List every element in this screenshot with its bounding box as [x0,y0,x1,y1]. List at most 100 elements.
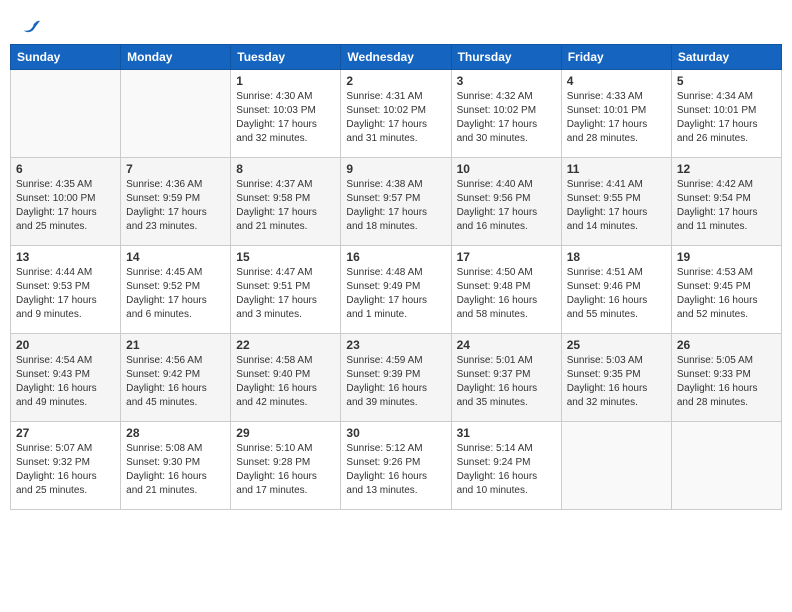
day-info: Sunrise: 4:35 AM Sunset: 10:00 PM Daylig… [16,178,115,234]
calendar-cell: 20Sunrise: 4:54 AM Sunset: 9:43 PM Dayli… [11,334,121,422]
day-number: 3 [457,74,556,88]
day-info: Sunrise: 4:40 AM Sunset: 9:56 PM Dayligh… [457,178,556,234]
day-info: Sunrise: 4:56 AM Sunset: 9:42 PM Dayligh… [126,354,225,410]
calendar-cell [561,422,671,510]
day-number: 13 [16,250,115,264]
calendar-week-row: 13 Sunrise: 4:44 AM Sunset: 9:53 PM Dayli… [11,246,782,334]
calendar-cell: 31 Sunrise: 5:14 AM Sunset: 9:24 PM Dayli… [451,422,561,510]
day-info: Sunrise: 4:59 AM Sunset: 9:39 PM Dayligh… [346,354,445,410]
calendar-cell [671,422,781,510]
day-info: Sunrise: 4:32 AM Sunset: 10:02 PM Daylig… [457,90,556,146]
day-number: 11 [567,162,666,176]
day-number: 19 [677,250,776,264]
day-number: 15 [236,250,335,264]
calendar-cell: 18 Sunrise: 4:51 AM Sunset: 9:46 PM Dayli… [561,246,671,334]
day-info: Sunrise: 4:38 AM Sunset: 9:57 PM Dayligh… [346,178,445,234]
calendar-cell: 29Sunrise: 5:10 AM Sunset: 9:28 PM Dayli… [231,422,341,510]
day-info: Sunrise: 4:37 AM Sunset: 9:58 PM Dayligh… [236,178,335,234]
logo [20,18,42,36]
day-info: Sunrise: 4:48 AM Sunset: 9:49 PM Dayligh… [346,266,445,322]
day-number: 8 [236,162,335,176]
day-number: 10 [457,162,556,176]
day-number: 21 [126,338,225,352]
day-info: Sunrise: 5:10 AM Sunset: 9:28 PM Dayligh… [236,442,335,498]
day-info: Sunrise: 4:31 AM Sunset: 10:02 PM Daylig… [346,90,445,146]
calendar-header-row: SundayMondayTuesdayWednesdayThursdayFrid… [11,45,782,70]
calendar-cell: 9 Sunrise: 4:38 AM Sunset: 9:57 PM Daylig… [341,158,451,246]
day-number: 16 [346,250,445,264]
calendar-cell: 12 Sunrise: 4:42 AM Sunset: 9:54 PM Dayli… [671,158,781,246]
logo-bird-icon [22,18,42,36]
calendar-cell: 23 Sunrise: 4:59 AM Sunset: 9:39 PM Dayli… [341,334,451,422]
day-of-week-header: Tuesday [231,45,341,70]
day-info: Sunrise: 4:50 AM Sunset: 9:48 PM Dayligh… [457,266,556,322]
day-info: Sunrise: 5:01 AM Sunset: 9:37 PM Dayligh… [457,354,556,410]
calendar-cell: 24Sunrise: 5:01 AM Sunset: 9:37 PM Dayli… [451,334,561,422]
calendar-cell: 28 Sunrise: 5:08 AM Sunset: 9:30 PM Dayli… [121,422,231,510]
day-number: 1 [236,74,335,88]
day-number: 12 [677,162,776,176]
calendar-table: SundayMondayTuesdayWednesdayThursdayFrid… [10,44,782,510]
calendar-cell: 5 Sunrise: 4:34 AM Sunset: 10:01 PM Dayli… [671,70,781,158]
day-number: 30 [346,426,445,440]
calendar-cell: 15 Sunrise: 4:47 AM Sunset: 9:51 PM Dayli… [231,246,341,334]
calendar-cell: 4 Sunrise: 4:33 AM Sunset: 10:01 PM Dayli… [561,70,671,158]
day-info: Sunrise: 4:30 AM Sunset: 10:03 PM Daylig… [236,90,335,146]
calendar-week-row: 6 Sunrise: 4:35 AM Sunset: 10:00 PM Dayli… [11,158,782,246]
day-info: Sunrise: 5:12 AM Sunset: 9:26 PM Dayligh… [346,442,445,498]
day-info: Sunrise: 4:41 AM Sunset: 9:55 PM Dayligh… [567,178,666,234]
calendar-cell: 25Sunrise: 5:03 AM Sunset: 9:35 PM Dayli… [561,334,671,422]
day-number: 27 [16,426,115,440]
day-number: 23 [346,338,445,352]
day-number: 4 [567,74,666,88]
day-number: 6 [16,162,115,176]
day-info: Sunrise: 4:33 AM Sunset: 10:01 PM Daylig… [567,90,666,146]
day-number: 26 [677,338,776,352]
day-number: 2 [346,74,445,88]
day-of-week-header: Friday [561,45,671,70]
calendar-cell: 26 Sunrise: 5:05 AM Sunset: 9:33 PM Dayli… [671,334,781,422]
calendar-cell [11,70,121,158]
day-info: Sunrise: 5:08 AM Sunset: 9:30 PM Dayligh… [126,442,225,498]
day-number: 18 [567,250,666,264]
day-info: Sunrise: 4:51 AM Sunset: 9:46 PM Dayligh… [567,266,666,322]
calendar-cell: 11 Sunrise: 4:41 AM Sunset: 9:55 PM Dayli… [561,158,671,246]
day-of-week-header: Wednesday [341,45,451,70]
day-number: 28 [126,426,225,440]
day-info: Sunrise: 4:58 AM Sunset: 9:40 PM Dayligh… [236,354,335,410]
day-number: 9 [346,162,445,176]
calendar-cell: 22Sunrise: 4:58 AM Sunset: 9:40 PM Dayli… [231,334,341,422]
calendar-cell: 14 Sunrise: 4:45 AM Sunset: 9:52 PM Dayli… [121,246,231,334]
day-info: Sunrise: 4:47 AM Sunset: 9:51 PM Dayligh… [236,266,335,322]
day-info: Sunrise: 5:14 AM Sunset: 9:24 PM Dayligh… [457,442,556,498]
day-number: 14 [126,250,225,264]
calendar-cell: 21 Sunrise: 4:56 AM Sunset: 9:42 PM Dayli… [121,334,231,422]
calendar-week-row: 27 Sunrise: 5:07 AM Sunset: 9:32 PM Dayli… [11,422,782,510]
calendar-cell: 19 Sunrise: 4:53 AM Sunset: 9:45 PM Dayli… [671,246,781,334]
calendar-cell: 3 Sunrise: 4:32 AM Sunset: 10:02 PM Dayli… [451,70,561,158]
calendar-cell: 27 Sunrise: 5:07 AM Sunset: 9:32 PM Dayli… [11,422,121,510]
day-of-week-header: Monday [121,45,231,70]
day-info: Sunrise: 4:45 AM Sunset: 9:52 PM Dayligh… [126,266,225,322]
day-number: 31 [457,426,556,440]
calendar-cell: 13 Sunrise: 4:44 AM Sunset: 9:53 PM Dayli… [11,246,121,334]
day-info: Sunrise: 4:44 AM Sunset: 9:53 PM Dayligh… [16,266,115,322]
day-info: Sunrise: 4:42 AM Sunset: 9:54 PM Dayligh… [677,178,776,234]
day-info: Sunrise: 5:05 AM Sunset: 9:33 PM Dayligh… [677,354,776,410]
day-number: 7 [126,162,225,176]
calendar-cell: 1 Sunrise: 4:30 AM Sunset: 10:03 PM Dayli… [231,70,341,158]
calendar-cell: 7Sunrise: 4:36 AM Sunset: 9:59 PM Daylig… [121,158,231,246]
day-number: 5 [677,74,776,88]
day-info: Sunrise: 5:07 AM Sunset: 9:32 PM Dayligh… [16,442,115,498]
calendar-week-row: 1 Sunrise: 4:30 AM Sunset: 10:03 PM Dayli… [11,70,782,158]
day-info: Sunrise: 4:34 AM Sunset: 10:01 PM Daylig… [677,90,776,146]
day-info: Sunrise: 5:03 AM Sunset: 9:35 PM Dayligh… [567,354,666,410]
day-of-week-header: Saturday [671,45,781,70]
day-info: Sunrise: 4:53 AM Sunset: 9:45 PM Dayligh… [677,266,776,322]
calendar-cell: 6 Sunrise: 4:35 AM Sunset: 10:00 PM Dayli… [11,158,121,246]
page-header [10,10,782,40]
calendar-week-row: 20Sunrise: 4:54 AM Sunset: 9:43 PM Dayli… [11,334,782,422]
calendar-cell: 8 Sunrise: 4:37 AM Sunset: 9:58 PM Daylig… [231,158,341,246]
calendar-cell: 2 Sunrise: 4:31 AM Sunset: 10:02 PM Dayli… [341,70,451,158]
day-of-week-header: Thursday [451,45,561,70]
